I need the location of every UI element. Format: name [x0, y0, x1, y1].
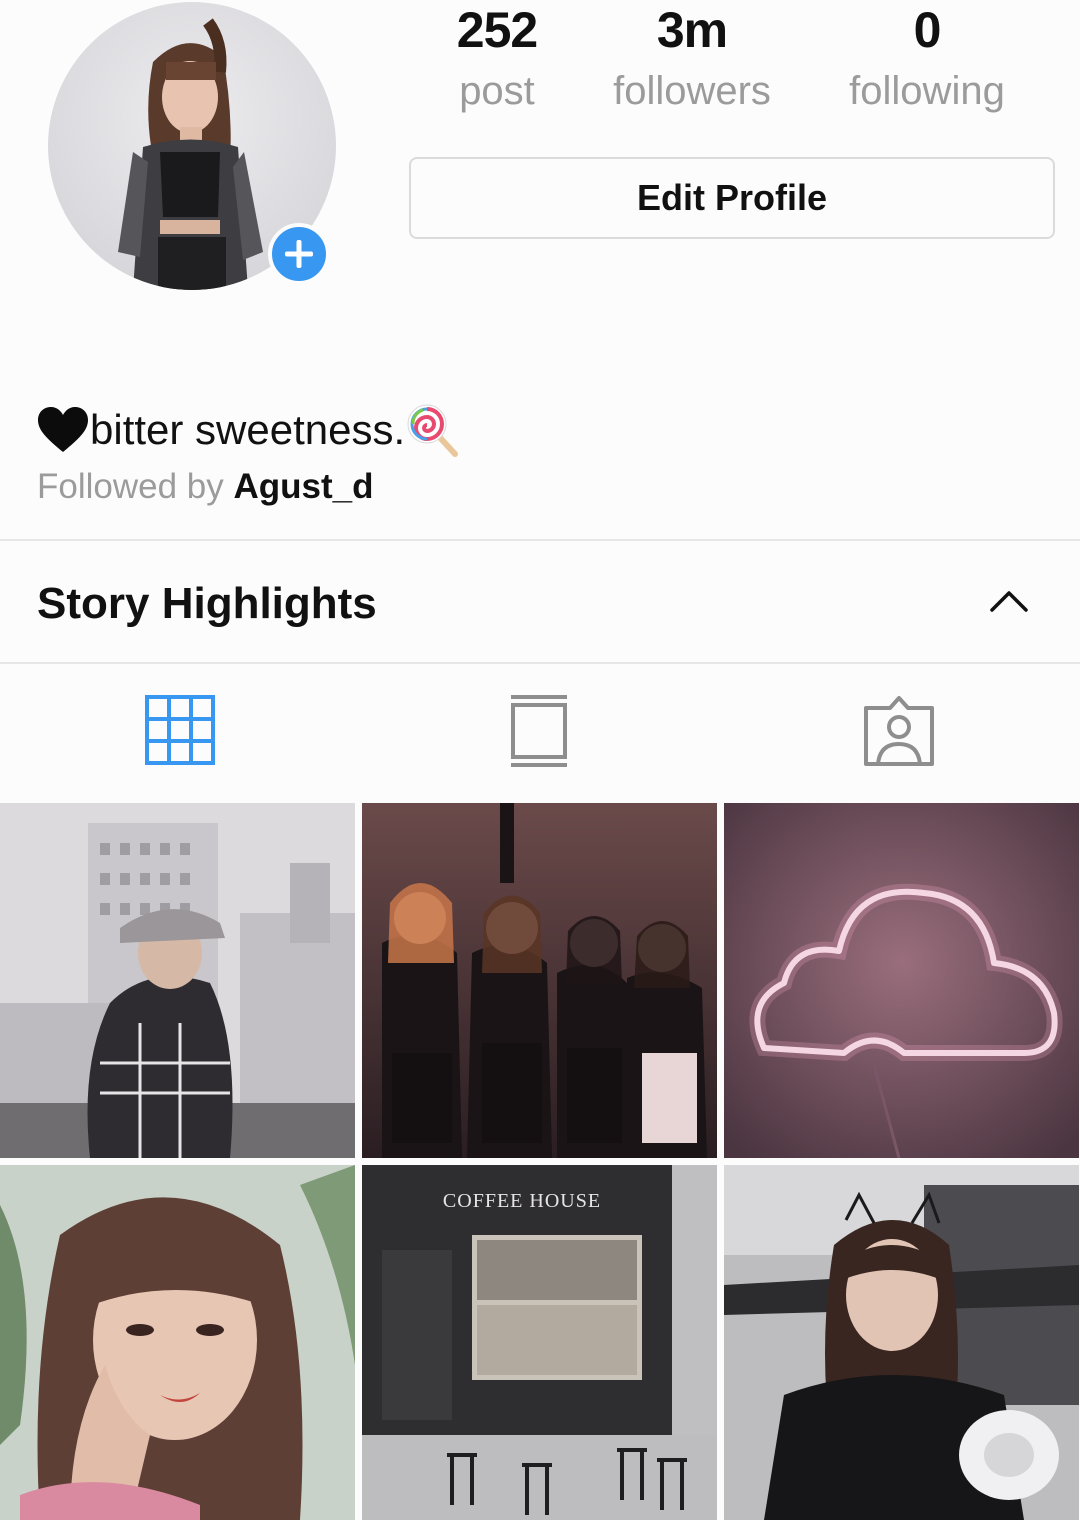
edit-profile-button[interactable]: Edit Profile	[409, 157, 1055, 239]
story-highlights-title[interactable]: Story Highlights	[37, 575, 377, 633]
followed-by-user[interactable]: Agust_d	[233, 467, 373, 506]
profile-bio: bitter sweetness.	[36, 402, 461, 458]
stat-following[interactable]: 0 following	[807, 0, 1047, 118]
followed-by-line[interactable]: Followed by Agust_d	[37, 462, 373, 512]
following-count: 0	[913, 2, 942, 58]
post-image	[0, 803, 355, 1158]
followers-label: followers	[613, 69, 771, 113]
add-story-button[interactable]	[268, 223, 330, 285]
following-label: following	[849, 69, 1005, 113]
post-thumbnail[interactable]	[0, 803, 355, 1158]
post-thumbnail[interactable]	[724, 1165, 1079, 1520]
tv-icon[interactable]	[509, 694, 569, 768]
divider	[0, 662, 1080, 664]
grid-icon[interactable]	[145, 694, 215, 766]
post-thumbnail[interactable]	[362, 803, 717, 1158]
tagged-person-icon[interactable]	[862, 694, 936, 768]
coffee-house-sign: COFFEE HOUSE	[443, 1190, 601, 1212]
lollipop-icon	[407, 404, 459, 457]
post-image	[0, 1165, 355, 1520]
post-thumbnail[interactable]: COFFEE HOUSE	[362, 1165, 717, 1520]
post-image	[724, 803, 1079, 1158]
post-thumbnail[interactable]	[724, 803, 1079, 1158]
post-image	[724, 1165, 1079, 1520]
followers-count: 3m	[656, 2, 728, 58]
plus-icon	[285, 240, 313, 268]
stat-followers[interactable]: 3m followers	[572, 0, 812, 118]
bio-text: bitter sweetness.	[90, 406, 406, 453]
post-image: COFFEE HOUSE	[362, 1165, 717, 1520]
black-heart-icon	[38, 407, 88, 452]
divider	[0, 539, 1080, 541]
post-thumbnail[interactable]	[0, 1165, 355, 1520]
chevron-up-icon[interactable]	[988, 586, 1030, 616]
post-image	[362, 803, 717, 1158]
followed-by-prefix: Followed by	[37, 467, 234, 506]
profile-page: 252 post 3m followers 0 following Edit P…	[0, 0, 1080, 1520]
